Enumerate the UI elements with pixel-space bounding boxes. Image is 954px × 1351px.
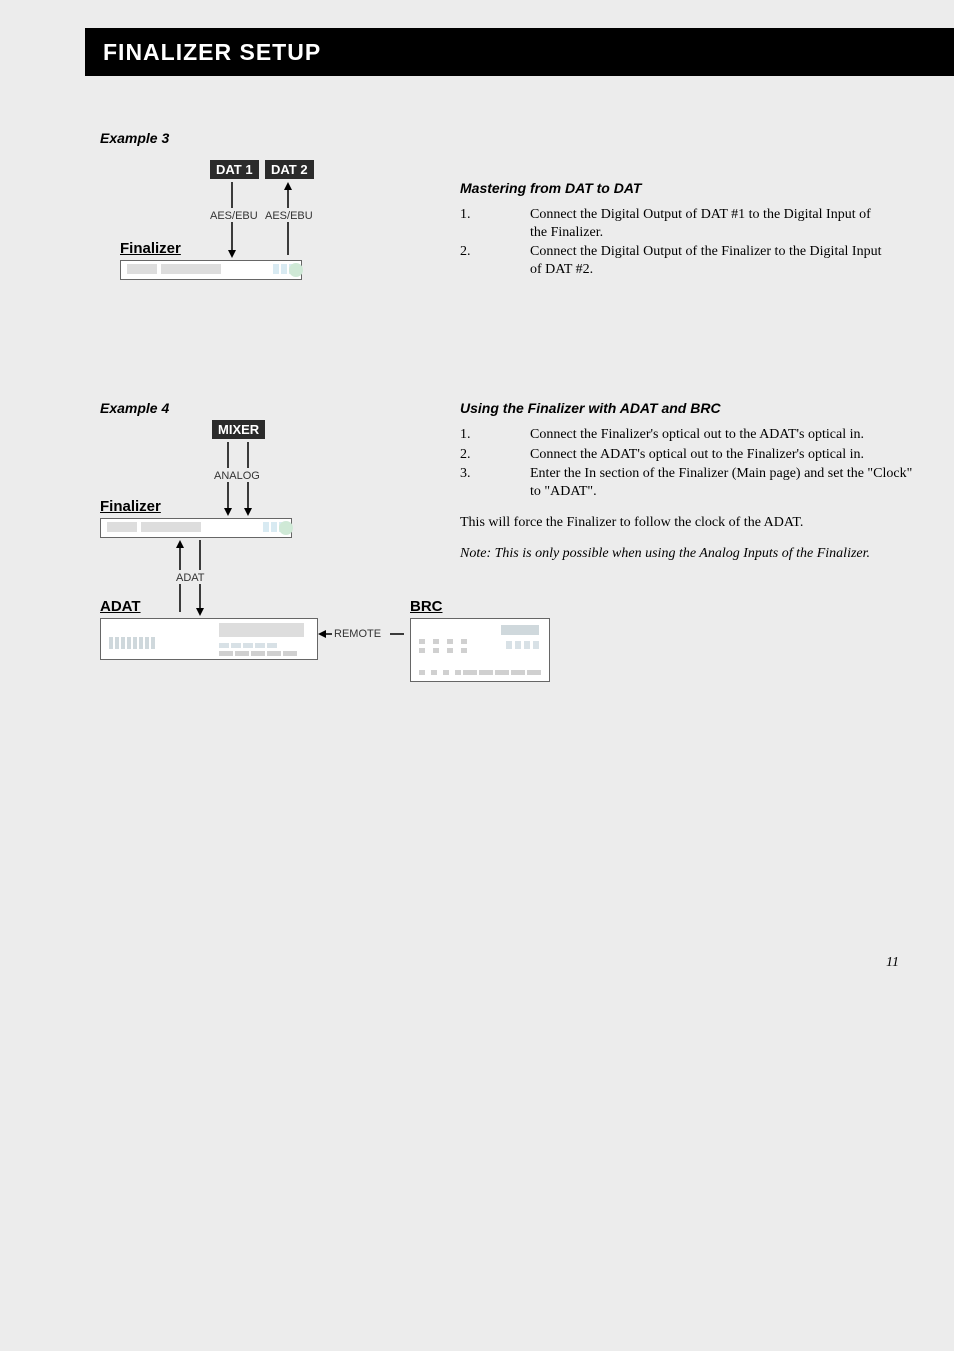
ex4-title: Using the Finalizer with ADAT and BRC <box>460 400 920 416</box>
ex4-step1-text: Connect the Finalizer's optical out to t… <box>530 426 920 444</box>
ex3-step2: 2. Connect the Digital Output of the Fin… <box>460 243 890 278</box>
example3-label: Example 3 <box>100 130 904 146</box>
example3-text: Mastering from DAT to DAT 1. Connect the… <box>460 180 890 280</box>
example4-label: Example 4 <box>100 400 169 416</box>
ex4-step3-text: Enter the In section of the Finalizer (M… <box>530 465 920 500</box>
example3-diagram: DAT 1 DAT 2 AES/EBU AES/EBU Finalizer <box>110 160 390 300</box>
ex3-arrows <box>110 160 390 300</box>
ex3-step1: 1. Connect the Digital Output of DAT #1 … <box>460 206 890 241</box>
ex3-step1-text: Connect the Digital Output of DAT #1 to … <box>530 206 890 241</box>
page: FINALIZER SETUP Example 3 DAT 1 DAT 2 AE… <box>0 0 954 1351</box>
header-title: FINALIZER SETUP <box>103 39 321 66</box>
ex4-step2-text: Connect the ADAT's optical out to the Fi… <box>530 446 920 464</box>
content: Example 3 DAT 1 DAT 2 AES/EBU AES/EBU Fi… <box>100 130 904 146</box>
ex3-step1-num: 1. <box>460 206 530 241</box>
ex4-arrows <box>100 420 560 720</box>
page-number: 11 <box>886 955 899 971</box>
ex3-step2-num: 2. <box>460 243 530 278</box>
header-bar: FINALIZER SETUP <box>85 28 954 76</box>
ex3-title: Mastering from DAT to DAT <box>460 180 890 196</box>
ex3-step2-text: Connect the Digital Output of the Finali… <box>530 243 890 278</box>
example4-diagram: MIXER ANALOG Finalizer ADAT ADAT BRC <box>100 420 560 720</box>
